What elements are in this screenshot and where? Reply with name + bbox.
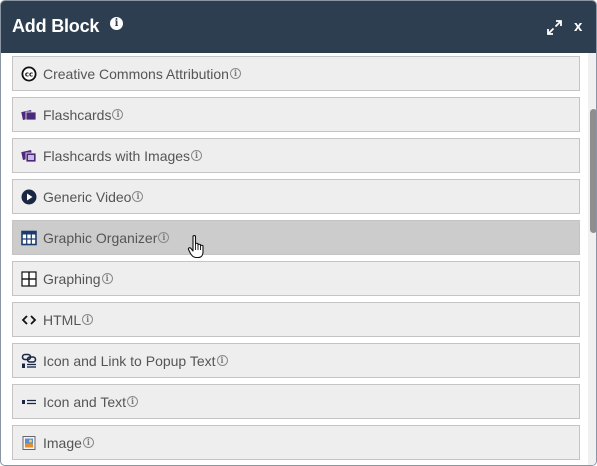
info-icon[interactable]: i (127, 396, 139, 407)
info-icon[interactable]: i (110, 17, 123, 30)
block-label: Graphing (43, 270, 101, 287)
info-icon[interactable]: i (101, 273, 113, 284)
block-item-generic-video[interactable]: Generic Video i (12, 179, 580, 214)
block-label: HTML (43, 311, 82, 328)
flashcards-images-icon (21, 148, 37, 164)
block-item-icon-and-text[interactable]: Icon and Text i (12, 384, 580, 419)
info-icon[interactable]: i (82, 437, 94, 448)
play-icon (21, 189, 37, 205)
info-icon[interactable]: i (82, 314, 94, 325)
graph-axes-icon (21, 270, 37, 287)
code-icon (21, 312, 37, 328)
image-icon (21, 435, 37, 451)
block-label: Flashcards (43, 106, 112, 123)
block-item-creative-commons[interactable]: cc Creative Commons Attribution i (12, 56, 580, 91)
info-icon[interactable]: i (216, 355, 228, 366)
block-label: Image (43, 434, 82, 451)
block-label: Generic Video (43, 188, 132, 205)
creative-commons-icon: cc (21, 66, 37, 82)
dialog-title: Add Block (12, 16, 100, 36)
block-label: Creative Commons Attribution (43, 65, 229, 82)
add-block-dialog: Add Block i x cc Creative Commons Attrib… (0, 0, 597, 466)
info-icon[interactable]: i (191, 150, 203, 161)
flashcards-icon (21, 107, 37, 123)
block-item-image[interactable]: Image i (12, 425, 580, 460)
scrollbar-thumb[interactable] (590, 109, 596, 233)
link-icon (21, 353, 37, 369)
dialog-header: Add Block i x (1, 1, 596, 53)
block-item-icon-link-popup[interactable]: Icon and Link to Popup Text i (12, 343, 580, 378)
block-label: Flashcards with Images (43, 147, 191, 164)
icon-text-icon (21, 394, 37, 410)
info-icon[interactable]: i (229, 68, 241, 79)
svg-text:cc: cc (25, 70, 33, 78)
block-label: Icon and Text (43, 393, 127, 410)
hand-cursor-icon (187, 234, 204, 259)
table-icon (21, 230, 37, 246)
block-list: cc Creative Commons Attribution i Flashc… (1, 53, 588, 465)
expand-icon[interactable] (547, 20, 562, 35)
info-icon[interactable]: i (158, 232, 170, 243)
block-item-graphing[interactable]: Graphing i (12, 261, 580, 296)
block-item-flashcards-images[interactable]: Flashcards with Images i (12, 138, 580, 173)
close-icon[interactable]: x (574, 18, 582, 35)
block-item-html[interactable]: HTML i (12, 302, 580, 337)
block-label: Graphic Organizer (43, 229, 158, 246)
info-icon[interactable]: i (112, 109, 124, 120)
block-label: Icon and Link to Popup Text (43, 352, 216, 369)
block-item-flashcards[interactable]: Flashcards i (12, 97, 580, 132)
info-icon[interactable]: i (132, 191, 144, 202)
block-item-graphic-organizer[interactable]: Graphic Organizer i (12, 220, 580, 255)
